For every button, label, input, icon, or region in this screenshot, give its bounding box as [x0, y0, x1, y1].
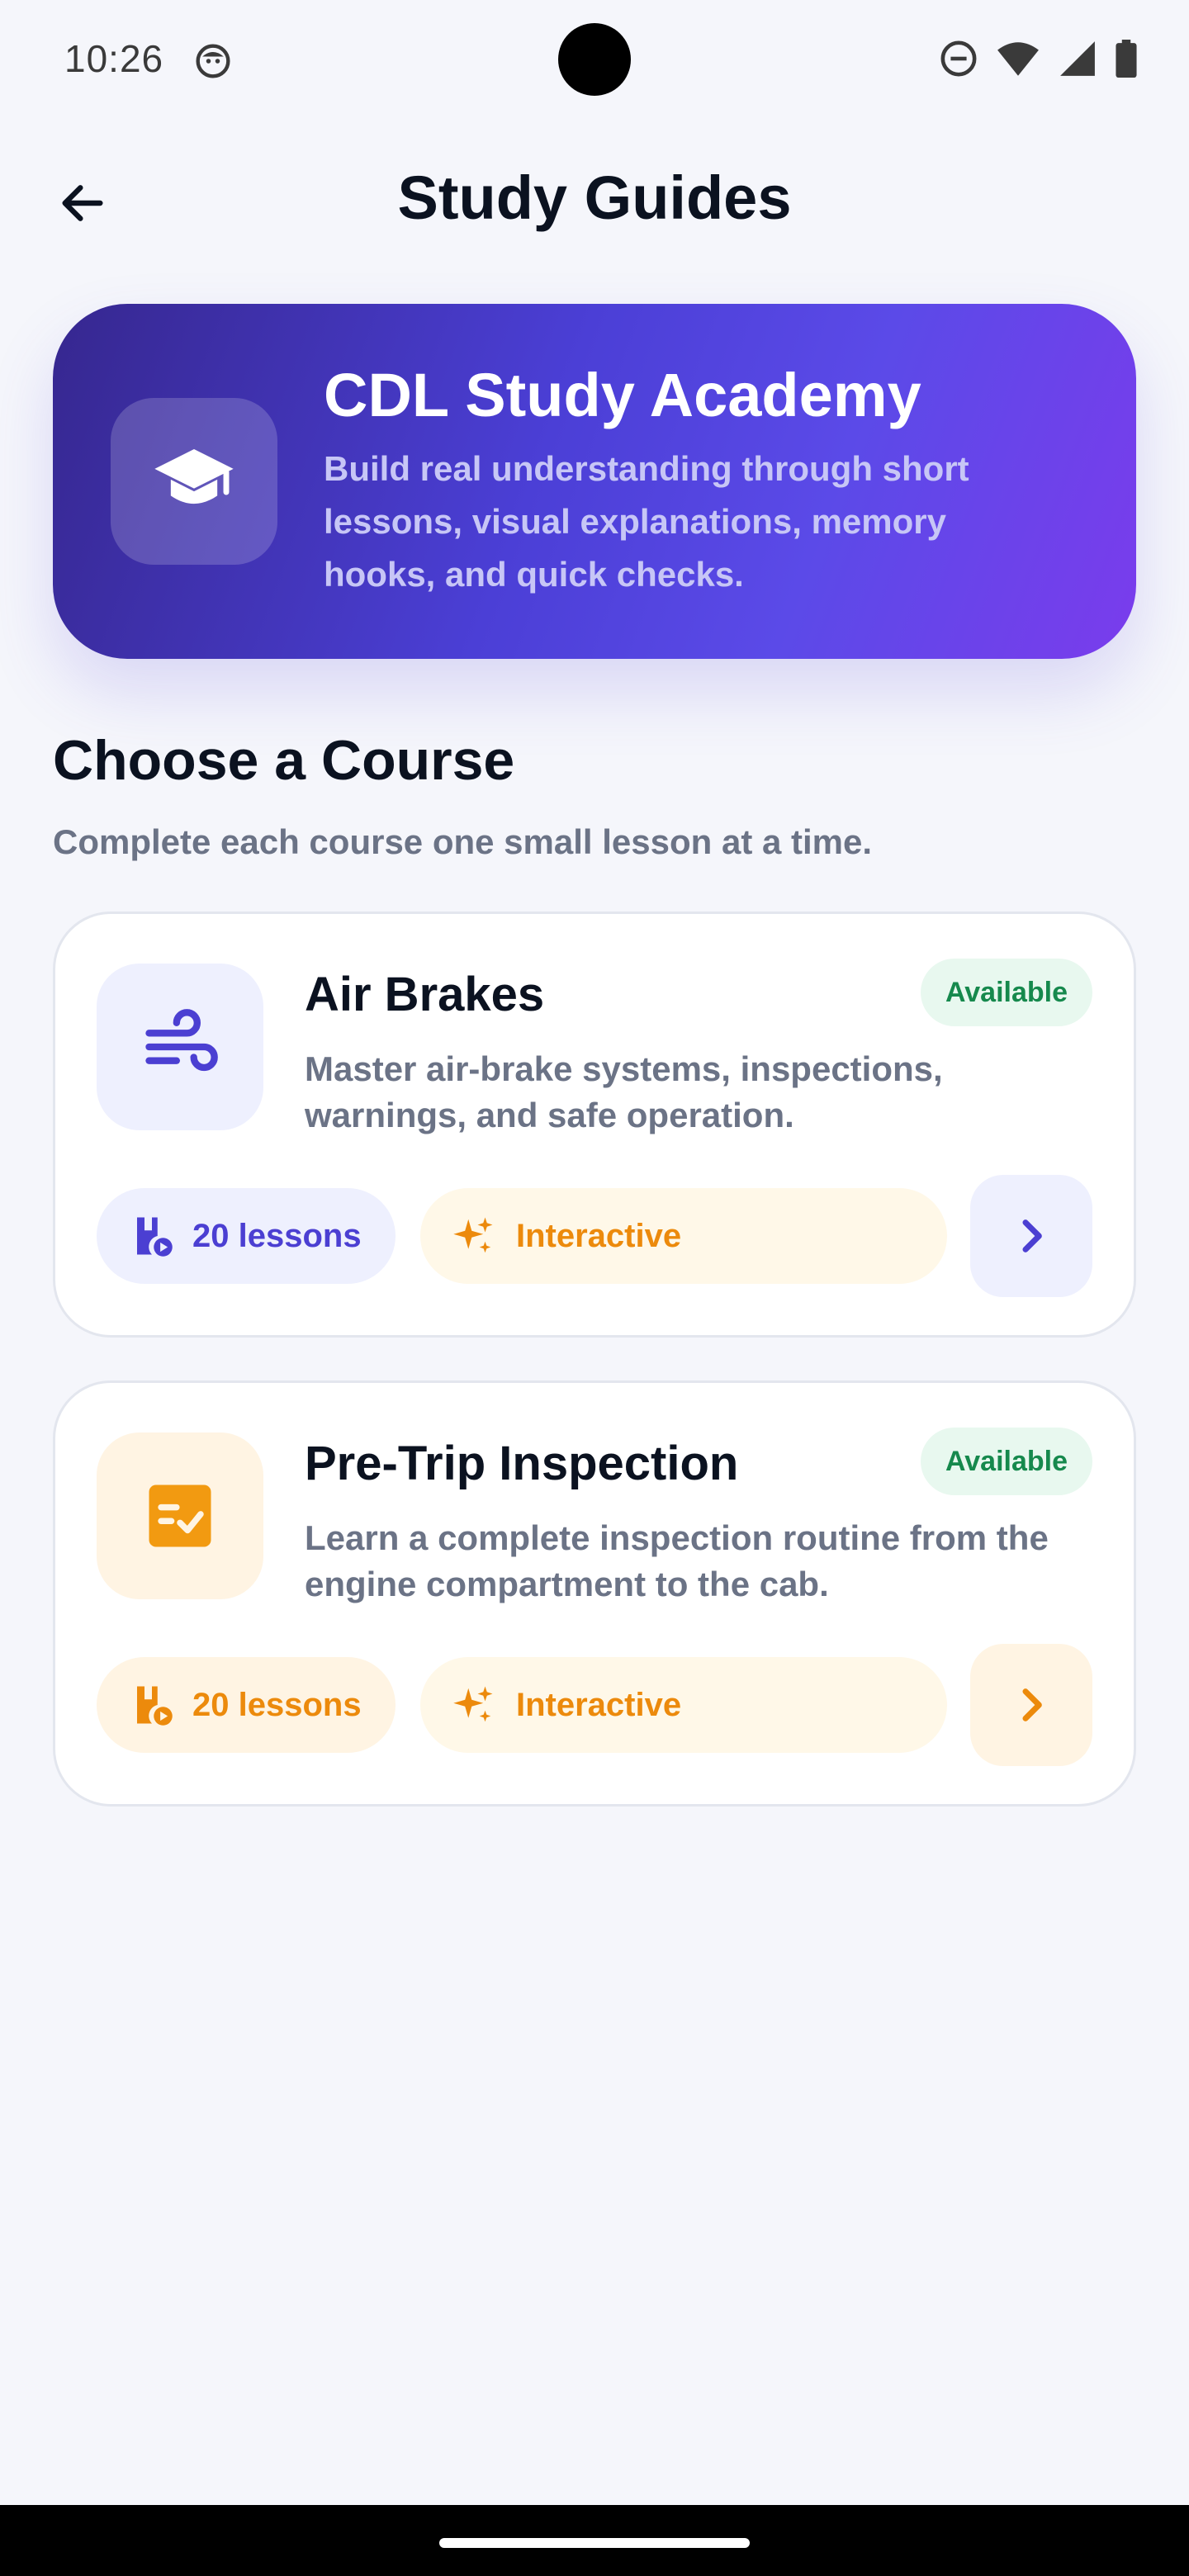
sparkles-icon [453, 1217, 493, 1253]
status-badge: Available [920, 1428, 1092, 1495]
lessons-chip: 20 lessons [97, 1188, 396, 1284]
status-icons [940, 40, 1138, 82]
interactive-chip: Interactive [420, 1657, 947, 1753]
interactive-label: Interactive [516, 1686, 682, 1723]
face-notification-icon [195, 43, 231, 79]
system-nav-bar [0, 2505, 1189, 2576]
hero-title: CDL Study Academy [324, 361, 921, 429]
course-card-air-brakes[interactable]: Air Brakes Available Master air-brake sy… [53, 912, 1136, 1338]
do-not-disturb-icon [940, 40, 978, 82]
course-card-pre-trip-inspection[interactable]: Pre-Trip Inspection Available Learn a co… [53, 1380, 1136, 1807]
lesson-book-icon [137, 1217, 173, 1257]
graduation-cap-icon [154, 449, 234, 504]
status-time: 10:26 [64, 37, 164, 80]
camera-cutout [558, 23, 631, 96]
lesson-book-icon [137, 1686, 173, 1726]
hero-description: Build real understanding through short l… [324, 449, 969, 594]
course-title: Air Brakes [305, 968, 545, 1021]
course-description: Master air-brake systems, inspections, w… [305, 1049, 943, 1134]
chevron-right-icon [1022, 1219, 1042, 1252]
status-badge: Available [920, 959, 1092, 1026]
status-bar: 10:26 [0, 0, 1189, 116]
lessons-chip: 20 lessons [97, 1657, 396, 1753]
wind-icon [145, 1009, 218, 1072]
course-icon-box [97, 1432, 263, 1599]
checklist-icon [149, 1485, 211, 1547]
open-course-button[interactable] [970, 1644, 1092, 1766]
hero-banner: CDL Study Academy Build real understandi… [53, 304, 1136, 659]
wifi-icon [996, 40, 1040, 82]
lessons-count: 20 lessons [192, 1217, 362, 1254]
open-course-button[interactable] [970, 1175, 1092, 1297]
interactive-label: Interactive [516, 1217, 682, 1254]
chevron-right-icon [1022, 1688, 1042, 1721]
page-title: Study Guides [397, 163, 792, 232]
section-subtitle: Complete each course one small lesson at… [53, 822, 873, 861]
course-icon-box [97, 964, 263, 1130]
course-description: Learn a complete inspection routine from… [305, 1518, 1049, 1603]
section-title: Choose a Course [53, 729, 515, 792]
sparkles-icon [453, 1686, 493, 1722]
interactive-chip: Interactive [420, 1188, 947, 1284]
home-gesture-handle[interactable] [439, 2538, 750, 2548]
battery-icon [1115, 40, 1138, 82]
lessons-count: 20 lessons [192, 1686, 362, 1723]
hero-icon-box [111, 398, 277, 565]
course-title: Pre-Trip Inspection [305, 1437, 739, 1490]
cell-signal-icon [1059, 40, 1097, 82]
